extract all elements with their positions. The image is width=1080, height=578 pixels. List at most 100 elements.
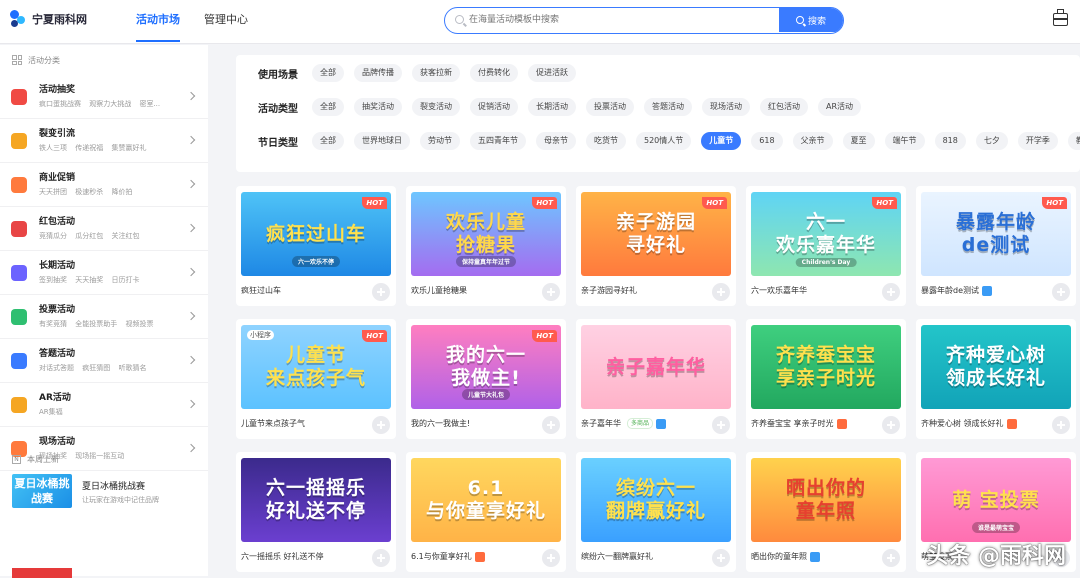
template-title-row: 疯狂过山车: [241, 285, 281, 296]
add-template-button[interactable]: [1052, 416, 1070, 434]
thumbnail-title: 亲子嘉年华: [605, 355, 706, 378]
template-thumbnail: 六一摇摇乐 好礼送不停: [241, 458, 391, 542]
filter-tag[interactable]: 促销活动: [470, 98, 518, 116]
filter-tag[interactable]: 长期活动: [528, 98, 576, 116]
template-title-row: 缤纷六一翻牌赢好礼: [581, 551, 653, 562]
nav-activity-market[interactable]: 活动市场: [128, 0, 188, 44]
filter-tag[interactable]: 全部: [312, 64, 344, 82]
thumbnail-subtitle: 儿童节大礼包: [461, 389, 511, 400]
gift-icon: [11, 89, 27, 105]
filter-tag[interactable]: 抽奖活动: [354, 98, 402, 116]
filter-tag[interactable]: 母亲节: [536, 132, 576, 150]
filter-tag[interactable]: 五四青年节: [470, 132, 526, 150]
filter-row: 节日类型 全部 世界地球日 劳动节 五四青年节 母亲节 吃货节 520情人节 儿童节 618 父亲节…: [236, 129, 1080, 153]
new-item-thumbnail-2[interactable]: [12, 568, 72, 578]
template-card[interactable]: 亲子游园 寻好礼 HOT 亲子游园寻好礼: [576, 186, 736, 306]
chevron-right-icon: [186, 267, 196, 277]
sidebar-item[interactable]: 红包活动 竞猜瓜分 瓜分红包 关注红包: [0, 207, 208, 251]
template-card[interactable]: 暴露年龄 de测试 HOT 暴露年龄de测试: [916, 186, 1076, 306]
new-icon: N: [12, 454, 21, 464]
sidebar-item[interactable]: 裂变引流 铁人三项 传递祝福 集赞赢好礼: [0, 119, 208, 163]
filter-tag[interactable]: 教师: [1067, 132, 1080, 150]
search-input[interactable]: [469, 8, 769, 32]
filter-tag[interactable]: 818: [934, 132, 966, 150]
template-card[interactable]: 亲子嘉年华 亲子嘉年华 多商品: [576, 319, 736, 439]
filter-tag[interactable]: 获客拉新: [412, 64, 460, 82]
template-card[interactable]: 齐种爱心树 领成长好礼 齐种爱心树 领成长好礼: [916, 319, 1076, 439]
template-card[interactable]: 齐养蚕宝宝 享亲子时光 齐养蚕宝宝 享亲子时光: [746, 319, 906, 439]
filter-tag[interactable]: 七夕: [975, 132, 1008, 150]
add-template-button[interactable]: [372, 549, 390, 567]
add-template-button[interactable]: [542, 549, 560, 567]
template-title: 六一欢乐嘉年华: [751, 286, 807, 295]
template-title: 疯狂过山车: [241, 286, 281, 295]
filter-tag[interactable]: 品牌传播: [354, 64, 402, 82]
filter-tag[interactable]: 促进活跃: [528, 64, 576, 82]
filter-tag[interactable]: 父亲节: [792, 132, 833, 150]
add-template-button[interactable]: [372, 416, 390, 434]
sidebar-item-title: 现场活动: [39, 437, 76, 447]
filter-tag[interactable]: 端午节: [884, 132, 925, 150]
nav-management-center[interactable]: 管理中心: [196, 0, 256, 44]
template-card[interactable]: 欢乐儿童 抢糖果 保持童真年年过节 HOT 欢乐儿童抢糖果: [406, 186, 566, 306]
filter-label: 活动类型: [258, 103, 298, 115]
add-template-button[interactable]: [712, 283, 730, 301]
template-card[interactable]: 我的六一 我做主! 儿童节大礼包 HOT 我的六一我做主!: [406, 319, 566, 439]
sidebar-item[interactable]: 答题活动 对话式答题 疯狂猜图 听歌猜名: [0, 339, 208, 383]
template-card[interactable]: 疯狂过山车 六一欢乐不停 HOT 疯狂过山车: [236, 186, 396, 306]
template-card[interactable]: 六一 欢乐嘉年华 Children's Day HOT 六一欢乐嘉年华: [746, 186, 906, 306]
chevron-right-icon: [186, 355, 196, 365]
search-icon: [455, 15, 464, 24]
filter-tag[interactable]: 520情人节: [636, 132, 692, 150]
filter-tag[interactable]: 现场活动: [702, 98, 750, 116]
add-template-button[interactable]: [882, 416, 900, 434]
template-title-row: 儿童节来点孩子气: [241, 418, 305, 429]
add-template-button[interactable]: [372, 283, 390, 301]
new-item-thumbnail: 夏日冰桶挑战赛: [12, 474, 72, 508]
filter-tag[interactable]: 全部: [312, 98, 344, 116]
add-template-button[interactable]: [882, 549, 900, 567]
thumbnail-title: 亲子游园 寻好礼: [615, 211, 696, 256]
thumbnail-title: 6.1 与你童享好礼: [425, 477, 546, 522]
sidebar-item[interactable]: AR活动 AR集福: [0, 383, 208, 427]
template-card[interactable]: 六一摇摇乐 好礼送不停 六一摇摇乐 好礼送不停: [236, 452, 396, 572]
filter-tag[interactable]: 618: [751, 132, 783, 150]
filter-tag[interactable]: 开学季: [1017, 132, 1058, 150]
tag-icon: [11, 177, 27, 193]
filter-tag[interactable]: 裂变活动: [412, 98, 460, 116]
new-item[interactable]: 夏日冰桶挑战赛 夏日冰桶挑战赛 让玩家在游戏中记住品牌: [12, 474, 202, 510]
add-template-button[interactable]: [882, 283, 900, 301]
filter-tag[interactable]: 世界地球日: [354, 132, 410, 150]
template-card[interactable]: 儿童节 来点孩子气 小程序 HOT 儿童节来点孩子气: [236, 319, 396, 439]
filter-tag[interactable]: 红包活动: [760, 98, 808, 116]
add-template-button[interactable]: [712, 549, 730, 567]
filter-tag[interactable]: 付费转化: [470, 64, 518, 82]
sidebar-item-subtitle: 竞猜瓜分 瓜分红包 关注红包: [39, 232, 140, 240]
filter-tag[interactable]: 夏至: [842, 132, 875, 150]
filter-tag[interactable]: 投票活动: [586, 98, 634, 116]
filter-label: 使用场景: [258, 69, 298, 81]
sidebar-item[interactable]: 投票活动 有奖竞猜 全能投票助手 视频投票: [0, 295, 208, 339]
template-card[interactable]: 缤纷六一 翻牌赢好礼 缤纷六一翻牌赢好礼: [576, 452, 736, 572]
template-thumbnail: 晒出你的 童年照: [751, 458, 901, 542]
filter-tag[interactable]: 儿童节: [701, 132, 742, 150]
template-card[interactable]: 6.1 与你童享好礼 6.1与你童享好礼: [406, 452, 566, 572]
filter-tag[interactable]: 劳动节: [420, 132, 460, 150]
sidebar-item[interactable]: 商业促销 天天拼团 极速秒杀 降价拍: [0, 163, 208, 207]
add-template-button[interactable]: [542, 283, 560, 301]
search-button[interactable]: 搜索: [779, 8, 843, 32]
top-bar: 宁夏雨科网 活动市场 管理中心 搜索: [0, 0, 1080, 44]
filter-tag[interactable]: 全部: [312, 132, 344, 150]
add-template-button[interactable]: [712, 416, 730, 434]
template-thumbnail: 齐养蚕宝宝 享亲子时光: [751, 325, 901, 409]
filter-tag[interactable]: 吃货节: [586, 132, 626, 150]
add-template-button[interactable]: [1052, 283, 1070, 301]
sidebar-item[interactable]: 长期活动 签到抽奖 天天抽奖 日历打卡: [0, 251, 208, 295]
filter-tag[interactable]: AR活动: [818, 98, 862, 116]
briefcase-icon[interactable]: [1053, 9, 1068, 26]
brand-logo[interactable]: 宁夏雨科网: [8, 8, 87, 30]
add-template-button[interactable]: [542, 416, 560, 434]
sidebar-item[interactable]: 活动抽奖 疯口蛋挑战赛 观察力大挑战 密室...: [0, 75, 208, 119]
filter-tag[interactable]: 答题活动: [644, 98, 692, 116]
template-card[interactable]: 晒出你的 童年照 晒出你的童年照: [746, 452, 906, 572]
